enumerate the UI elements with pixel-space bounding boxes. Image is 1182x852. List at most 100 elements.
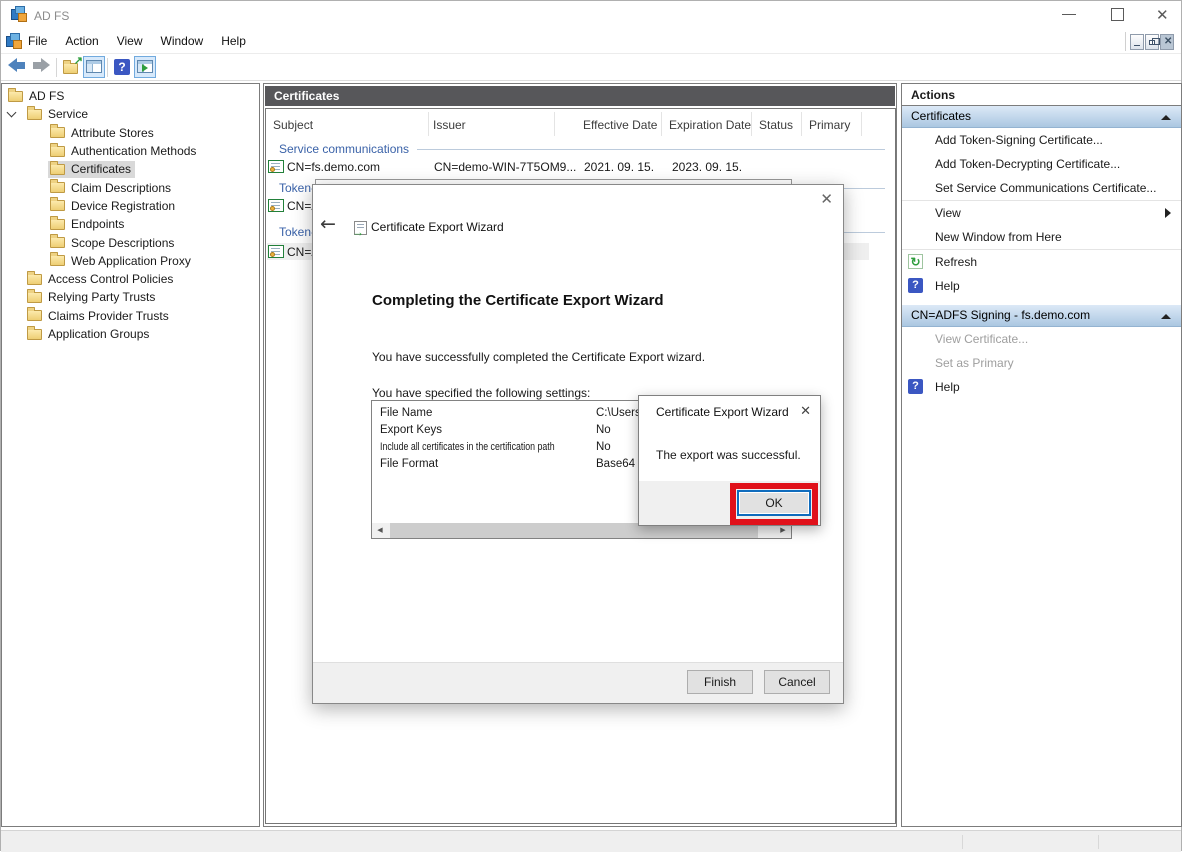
mdi-restore-button[interactable]	[1145, 34, 1159, 50]
actions-section-adfs-signing[interactable]: CN=ADFS Signing - fs.demo.com	[902, 305, 1181, 327]
tree-item-access-control-policies[interactable]: Access Control Policies	[2, 270, 259, 288]
tree-item-authentication-methods[interactable]: Authentication Methods	[2, 142, 259, 160]
messagebox-close-icon[interactable]	[800, 404, 811, 419]
export-list-icon[interactable]	[61, 56, 83, 78]
menu-action[interactable]: Action	[56, 30, 107, 52]
submenu-arrow-icon	[1165, 208, 1171, 218]
action-help-2[interactable]: Help	[902, 375, 1181, 399]
tree-item-web-application-proxy[interactable]: Web Application Proxy	[2, 252, 259, 270]
results-pane-title: Certificates	[265, 86, 895, 106]
folder-icon	[50, 146, 65, 157]
action-add-token-signing[interactable]: Add Token-Signing Certificate...	[902, 128, 1181, 152]
show-action-pane-icon[interactable]	[134, 56, 156, 78]
cancel-button[interactable]: Cancel	[764, 670, 830, 694]
action-refresh[interactable]: Refresh	[902, 250, 1181, 274]
column-issuer[interactable]: Issuer	[433, 118, 466, 132]
menu-bar: File Action View Window Help	[1, 29, 1181, 54]
column-effective-date[interactable]: Effective Date	[583, 118, 657, 132]
wizard-heading: Completing the Certificate Export Wizard	[372, 292, 664, 309]
export-successful-dialog: Certificate Export Wizard The export was…	[638, 395, 821, 526]
wizard-close-icon[interactable]	[820, 190, 833, 208]
folder-icon	[50, 182, 65, 193]
minimize-button[interactable]	[1054, 1, 1084, 29]
action-view-certificate[interactable]: View Certificate...	[902, 327, 1181, 351]
menu-file[interactable]: File	[19, 30, 56, 52]
back-icon[interactable]	[8, 58, 26, 72]
folder-icon	[27, 109, 42, 120]
status-bar	[1, 830, 1181, 852]
tree-item-service[interactable]: Service	[2, 105, 259, 123]
action-new-window[interactable]: New Window from Here	[902, 225, 1181, 249]
help-icon	[908, 278, 923, 293]
action-add-token-decrypting[interactable]: Add Token-Decrypting Certificate...	[902, 152, 1181, 176]
forward-icon[interactable]	[32, 58, 50, 72]
certificate-row[interactable]: CN=fs.demo.com CN=demo-WIN-7T5OM9... 202…	[267, 158, 869, 175]
wizard-back-icon[interactable]	[320, 213, 336, 235]
menu-view[interactable]: View	[108, 30, 152, 52]
action-set-service-communications[interactable]: Set Service Communications Certificate..…	[902, 176, 1181, 200]
folder-icon	[27, 329, 42, 340]
tree-item-relying-party-trusts[interactable]: Relying Party Trusts	[2, 288, 259, 306]
messagebox-title: Certificate Export Wizard	[656, 405, 789, 419]
column-subject[interactable]: Subject	[273, 118, 313, 132]
tree-item-adfs[interactable]: AD FS	[2, 87, 259, 105]
wizard-footer: Finish Cancel	[313, 662, 843, 703]
actions-section-certificates[interactable]: Certificates	[902, 106, 1181, 128]
folder-icon	[50, 219, 65, 230]
column-header-row: Subject Issuer Effective Date Expiration…	[266, 109, 895, 139]
wizard-settings-label: You have specified the following setting…	[372, 386, 590, 400]
action-help[interactable]: Help	[902, 274, 1181, 298]
close-button[interactable]	[1149, 1, 1179, 29]
annotation-highlight	[730, 483, 818, 525]
tree-item-device-registration[interactable]: Device Registration	[2, 197, 259, 215]
action-set-as-primary[interactable]: Set as Primary	[902, 351, 1181, 375]
column-expiration-date[interactable]: Expiration Date	[669, 118, 751, 132]
tree-item-attribute-stores[interactable]: Attribute Stores	[2, 124, 259, 142]
action-view[interactable]: View	[902, 201, 1181, 225]
title-bar: AD FS	[1, 1, 1181, 29]
folder-icon	[27, 310, 42, 321]
mdi-minimize-button[interactable]	[1130, 34, 1144, 50]
help-icon[interactable]	[111, 56, 133, 78]
collapse-icon[interactable]	[1161, 115, 1171, 120]
wizard-title: Certificate Export Wizard	[371, 220, 504, 234]
maximize-button[interactable]	[1103, 1, 1133, 29]
folder-icon	[50, 200, 65, 211]
refresh-icon	[908, 254, 923, 269]
tree-item-certificates[interactable]: Certificates	[2, 160, 259, 178]
folder-icon	[50, 164, 65, 175]
folder-icon	[8, 91, 23, 102]
folder-icon	[27, 292, 42, 303]
folder-icon	[27, 274, 42, 285]
messagebox-message: The export was successful.	[656, 448, 801, 462]
tree-item-application-groups[interactable]: Application Groups	[2, 325, 259, 343]
mdi-close-button[interactable]	[1160, 34, 1174, 50]
certificate-icon	[268, 245, 284, 258]
chevron-down-icon[interactable]	[7, 108, 17, 118]
certificate-icon	[268, 199, 284, 212]
finish-button[interactable]: Finish	[687, 670, 753, 694]
column-status[interactable]: Status	[759, 118, 793, 132]
actions-panel: Actions Certificates Add Token-Signing C…	[901, 83, 1182, 827]
tree-item-claim-descriptions[interactable]: Claim Descriptions	[2, 178, 259, 196]
tree-item-scope-descriptions[interactable]: Scope Descriptions	[2, 233, 259, 251]
toolbar-separator	[107, 58, 108, 77]
window-title: AD FS	[34, 9, 69, 23]
show-console-tree-icon[interactable]	[83, 56, 105, 78]
menu-window[interactable]: Window	[152, 30, 213, 52]
scroll-left-icon[interactable]: ◀	[372, 523, 388, 538]
list-group-service-communications: Service communications	[266, 140, 891, 157]
toolbar	[1, 54, 1181, 81]
tree-item-claims-provider-trusts[interactable]: Claims Provider Trusts	[2, 307, 259, 325]
certificate-export-icon	[354, 221, 367, 235]
tree-item-endpoints[interactable]: Endpoints	[2, 215, 259, 233]
console-tree-panel: AD FS Service Attribute Stores Authentic…	[1, 83, 260, 827]
collapse-icon[interactable]	[1161, 314, 1171, 319]
certificate-icon	[268, 160, 284, 173]
mdi-separator	[1125, 32, 1126, 51]
menu-help[interactable]: Help	[212, 30, 255, 52]
column-primary[interactable]: Primary	[809, 118, 850, 132]
folder-icon	[50, 237, 65, 248]
app-icon	[11, 6, 28, 23]
toolbar-separator	[56, 58, 57, 77]
